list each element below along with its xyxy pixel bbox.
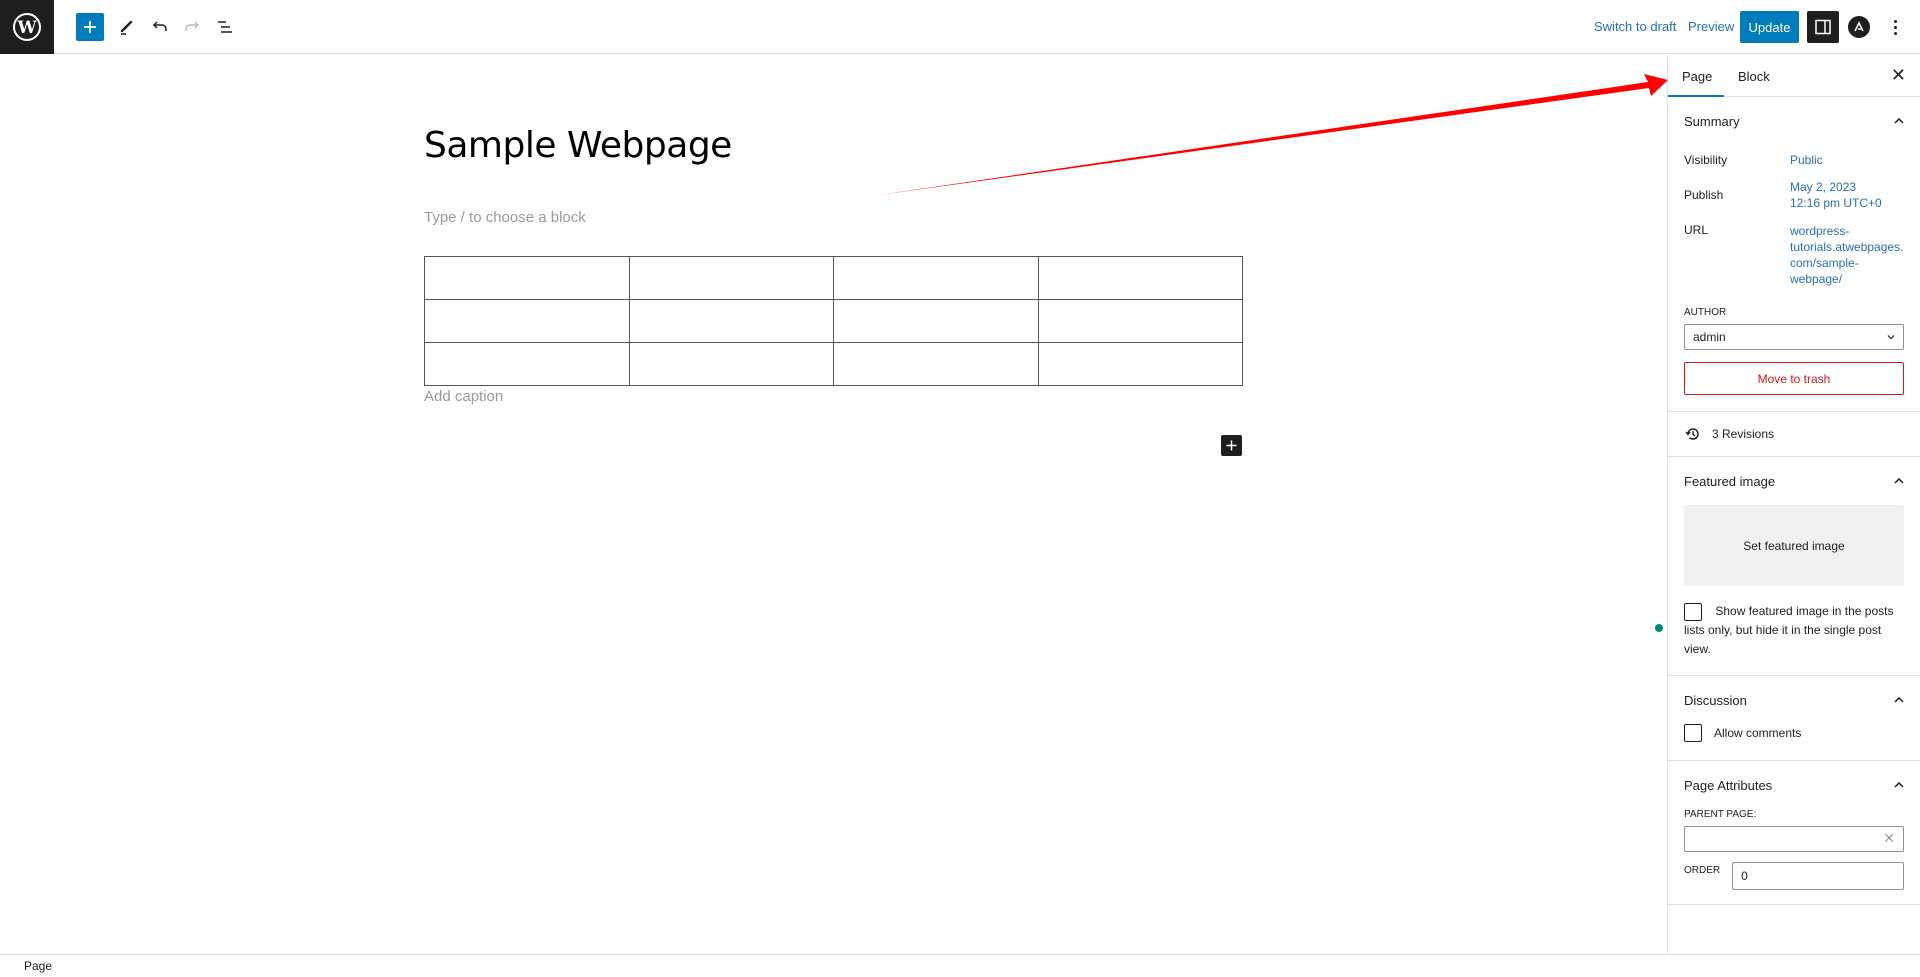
featured-image-option: Show featured image in the posts lists o… [1668, 586, 1920, 675]
plus-icon [1226, 440, 1237, 451]
switch-to-draft-button[interactable]: Switch to draft [1594, 19, 1676, 34]
table-cell[interactable] [1037, 256, 1243, 300]
summary-panel-toggle[interactable]: Summary [1668, 97, 1920, 145]
url-label: URL [1684, 223, 1709, 237]
settings-toggle-button[interactable] [1807, 11, 1839, 43]
page-attributes-panel: Page Attributes PARENT PAGE: ✕ ORDER 0 [1668, 761, 1920, 905]
block-inserter-button[interactable] [76, 13, 104, 41]
table-row [424, 299, 1243, 343]
visibility-value[interactable]: Public [1790, 152, 1823, 168]
sidebar-tabs: Page Block ✕ [1668, 55, 1920, 97]
table-caption-input[interactable]: Add caption [424, 388, 503, 405]
revisions-button[interactable]: 3 Revisions [1668, 412, 1920, 457]
table-cell[interactable] [628, 256, 834, 300]
pencil-icon [120, 20, 133, 35]
featured-image-title: Featured image [1684, 473, 1776, 489]
tab-block[interactable]: Block [1738, 69, 1770, 84]
list-view-button[interactable] [211, 13, 239, 41]
tools-button[interactable] [113, 13, 141, 41]
chevron-up-icon [1894, 696, 1904, 703]
show-featured-image-label: Show featured image in the posts lists o… [1684, 604, 1894, 656]
discussion-panel-toggle[interactable]: Discussion [1668, 676, 1920, 724]
order-input[interactable]: 0 [1732, 862, 1904, 890]
history-icon [1685, 428, 1699, 440]
publish-label: Publish [1684, 188, 1724, 202]
table-cell[interactable] [424, 256, 630, 300]
more-options-icon [1893, 19, 1897, 23]
visibility-label: Visibility [1684, 153, 1728, 167]
page-title[interactable]: Sample Webpage [424, 125, 732, 166]
preview-button[interactable]: Preview [1688, 19, 1734, 34]
author-label: AUTHOR [1684, 307, 1727, 318]
close-icon[interactable]: ✕ [1891, 65, 1906, 86]
set-featured-image-button[interactable]: Set featured image [1684, 505, 1904, 586]
parent-page-input[interactable]: ✕ [1684, 826, 1904, 852]
editor-toolbar: W Switch to draft Preview Update [0, 0, 1920, 54]
table-cell[interactable] [628, 342, 834, 386]
astra-icon [1854, 21, 1864, 32]
chevron-up-icon [1894, 477, 1904, 484]
page-attributes-panel-toggle[interactable]: Page Attributes [1668, 761, 1920, 809]
discussion-panel: Discussion Allow comments [1668, 676, 1920, 761]
plus-icon [84, 21, 96, 33]
wordpress-logo[interactable]: W [0, 0, 54, 54]
parent-page-label: PARENT PAGE: [1684, 809, 1757, 820]
publish-date: May 2, 2023 [1790, 180, 1857, 194]
author-value: admin [1693, 330, 1726, 344]
more-options-button[interactable] [1885, 14, 1905, 40]
page-attributes-title: Page Attributes [1684, 777, 1773, 793]
table-row [424, 342, 1243, 386]
order-label: ORDER [1684, 865, 1721, 876]
undo-icon [152, 21, 167, 31]
show-featured-image-checkbox[interactable] [1684, 602, 1702, 621]
clear-icon[interactable]: ✕ [1883, 830, 1895, 847]
svg-text:W: W [16, 18, 37, 38]
redo-button[interactable] [178, 13, 206, 41]
chevron-up-icon [1894, 781, 1904, 788]
featured-image-panel-toggle[interactable]: Featured image [1668, 457, 1920, 505]
publish-value[interactable]: May 2, 2023 12:16 pm UTC+0 [1790, 179, 1882, 211]
list-view-icon [218, 21, 232, 33]
publish-time: 12:16 pm UTC+0 [1790, 196, 1882, 210]
wordpress-icon: W [13, 13, 41, 41]
redo-icon [185, 21, 200, 31]
revisions-label: 3 Revisions [1712, 427, 1775, 441]
table-cell[interactable] [833, 299, 1039, 343]
table-cell[interactable] [628, 299, 834, 343]
editor-footer: Page [0, 954, 1920, 977]
url-value[interactable]: wordpress- tutorials.atwebpages. com/sam… [1790, 223, 1903, 287]
move-to-trash-button[interactable]: Move to trash [1684, 362, 1904, 395]
summary-panel: Summary Visibility Public Publish May 2,… [1668, 97, 1920, 412]
chevron-up-icon [1894, 117, 1904, 124]
editor-canvas: Sample Webpage Type / to choose a block … [0, 55, 1667, 955]
table-cell[interactable] [833, 342, 1039, 386]
block-placeholder[interactable]: Type / to choose a block [424, 209, 586, 226]
tab-page[interactable]: Page [1682, 69, 1712, 84]
table-block[interactable] [424, 256, 1243, 386]
update-button[interactable]: Update [1740, 11, 1799, 43]
settings-sidebar: Page Block ✕ Summary Visibility Public P… [1667, 55, 1920, 955]
add-block-button[interactable] [1221, 435, 1242, 456]
sidebar-panel-icon [1815, 19, 1831, 35]
discussion-title: Discussion [1684, 692, 1747, 708]
allow-comments-label: Allow comments [1714, 726, 1802, 740]
table-cell[interactable] [424, 342, 630, 386]
featured-image-panel: Featured image Set featured image Show f… [1668, 457, 1920, 676]
table-cell[interactable] [1037, 299, 1243, 343]
resize-handle[interactable] [1655, 624, 1663, 632]
undo-button[interactable] [146, 13, 174, 41]
author-select[interactable]: admin [1684, 324, 1904, 350]
table-cell[interactable] [1037, 342, 1243, 386]
table-row [424, 256, 1243, 300]
summary-title: Summary [1684, 113, 1740, 129]
allow-comments-checkbox[interactable] [1684, 724, 1702, 742]
chevron-down-icon [1887, 335, 1895, 340]
astra-settings-button[interactable] [1848, 16, 1870, 38]
table-cell[interactable] [424, 299, 630, 343]
table-cell[interactable] [833, 256, 1039, 300]
breadcrumb[interactable]: Page [24, 959, 52, 973]
